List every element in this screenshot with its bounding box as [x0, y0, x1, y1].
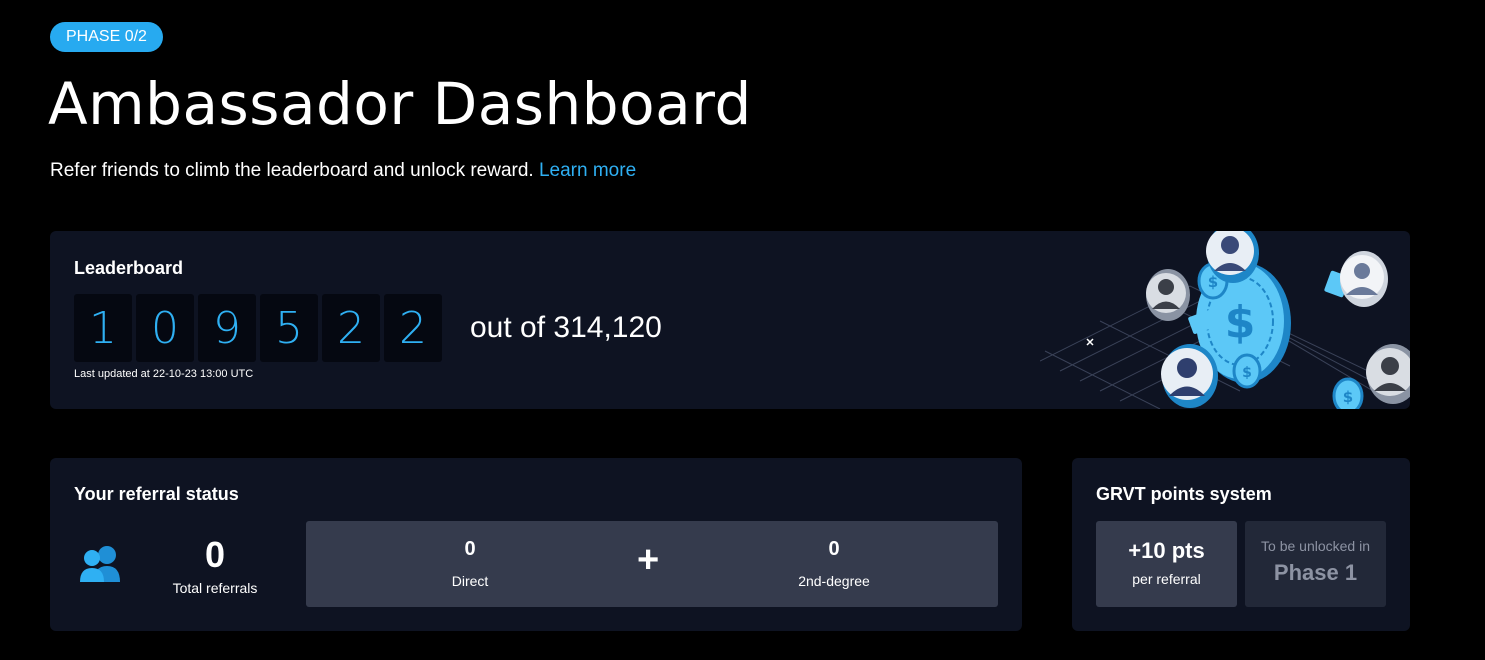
users-icon	[80, 546, 120, 582]
subtitle-text: Refer friends to climb the leaderboard a…	[50, 160, 534, 181]
phase-badge: PHASE 0/2	[50, 22, 163, 52]
referral-status-title: Your referral status	[74, 484, 239, 504]
locked-label: To be unlocked in	[1261, 538, 1370, 554]
total-participants: out of 314,120	[470, 311, 662, 344]
locked-phase-box: To be unlocked in Phase 1	[1245, 521, 1386, 607]
locked-phase: Phase 1	[1273, 560, 1358, 585]
leaderboard-title: Leaderboard	[74, 258, 184, 278]
rank-digit: 0	[136, 294, 194, 362]
per-referral-label: per referral	[1132, 571, 1201, 587]
rank-digit: 2	[322, 294, 380, 362]
plus-sign: +	[637, 539, 660, 581]
page-subtitle: Refer friends to climb the leaderboard a…	[50, 160, 636, 182]
leaderboard-card: Leaderboard 1 0 9 5 2 2 out of 314,120 L…	[50, 231, 1410, 409]
per-referral-box: +10 pts per referral	[1096, 521, 1237, 607]
points-system-title: GRVT points system	[1096, 484, 1272, 504]
second-degree-referrals: 0 2nd-degree	[734, 538, 934, 589]
total-referrals-label: Total referrals	[172, 580, 258, 596]
svg-text:$: $	[1225, 297, 1256, 348]
points-system-card: GRVT points system +10 pts per referral …	[1072, 458, 1410, 631]
direct-label: Direct	[451, 573, 489, 589]
learn-more-link[interactable]: Learn more	[539, 160, 636, 181]
total-referrals-value: 0	[204, 534, 226, 575]
direct-referrals: 0 Direct	[370, 538, 570, 589]
second-degree-label: 2nd-degree	[798, 573, 870, 589]
coins-people-illustration: $ $ $ $	[1040, 231, 1410, 409]
direct-value: 0	[464, 538, 476, 560]
rank-digit: 2	[384, 294, 442, 362]
rank-digit: 1	[74, 294, 132, 362]
rank-counter: 1 0 9 5 2 2	[74, 294, 442, 362]
svg-text:$: $	[1242, 365, 1252, 381]
referral-status-card: Your referral status 0 Total referrals 0…	[50, 458, 1022, 631]
page-title: Ambassador Dashboard	[48, 70, 752, 138]
rank-digit: 5	[260, 294, 318, 362]
rank-digit: 9	[198, 294, 256, 362]
svg-text:$: $	[1343, 388, 1353, 406]
last-updated: Last updated at 22-10-23 13:00 UTC	[74, 368, 254, 380]
per-referral-value: +10 pts	[1128, 538, 1205, 563]
second-degree-value: 0	[828, 538, 840, 560]
referral-breakdown: 0 Direct + 0 2nd-degree	[306, 521, 998, 607]
